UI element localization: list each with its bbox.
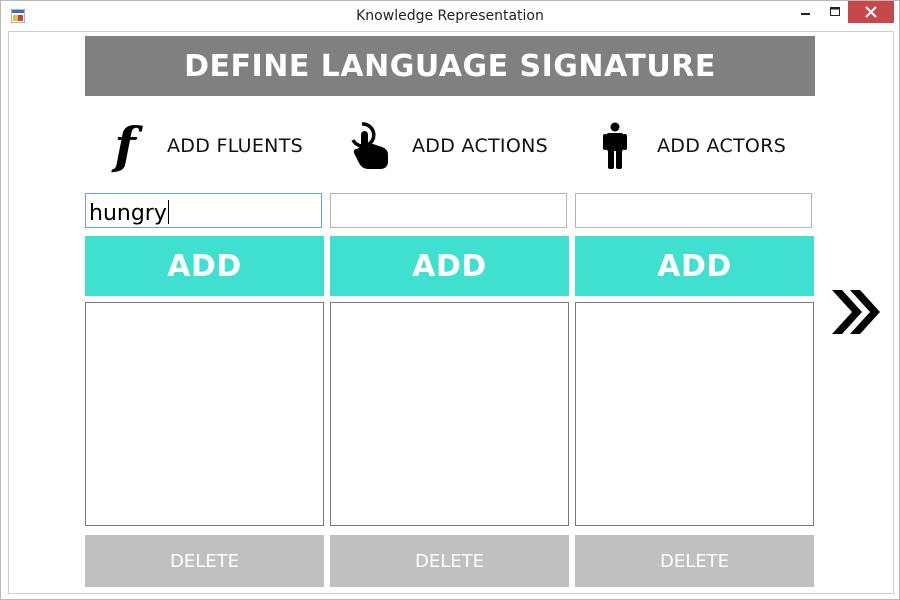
add-fluent-button[interactable]: ADD <box>85 236 324 296</box>
actions-list[interactable] <box>330 302 569 526</box>
close-icon <box>865 6 877 18</box>
touch-hand-icon <box>342 118 398 174</box>
add-actor-button[interactable]: ADD <box>575 236 814 296</box>
function-f-icon: f <box>114 116 136 175</box>
maximize-icon <box>830 7 840 16</box>
add-action-button[interactable]: ADD <box>330 236 569 296</box>
actors-label: ADD ACTORS <box>657 135 787 157</box>
title-bar[interactable]: Knowledge Representation <box>1 1 899 31</box>
window-title: Knowledge Representation <box>356 8 544 24</box>
fluents-label: ADD FLUENTS <box>167 135 303 157</box>
minimize-icon <box>801 13 810 15</box>
delete-actor-button[interactable]: DELETE <box>575 535 814 587</box>
app-window: Knowledge Representation DEFINE LANGUAGE… <box>0 0 900 600</box>
fluents-list[interactable] <box>85 302 324 526</box>
actor-input[interactable] <box>575 193 812 228</box>
main-panel: DEFINE LANGUAGE SIGNATURE f ADD FLUENTS … <box>8 31 894 594</box>
maximize-button[interactable] <box>821 1 849 23</box>
actions-header: ADD ACTIONS <box>342 118 548 174</box>
double-chevron-right-icon <box>832 290 880 334</box>
text-caret <box>167 200 169 224</box>
delete-action-button[interactable]: DELETE <box>330 535 569 587</box>
page-title: DEFINE LANGUAGE SIGNATURE <box>85 36 815 96</box>
close-button[interactable] <box>848 1 894 23</box>
action-input[interactable] <box>330 193 567 228</box>
delete-fluent-button[interactable]: DELETE <box>85 535 324 587</box>
next-button[interactable] <box>829 286 885 338</box>
fluents-header: f ADD FLUENTS <box>97 118 303 174</box>
fluent-input-value: hungry <box>89 201 167 226</box>
minimize-button[interactable] <box>791 1 821 23</box>
person-icon <box>587 118 643 174</box>
actors-header: ADD ACTORS <box>587 118 786 174</box>
fluent-input[interactable]: hungry <box>85 193 322 228</box>
actors-list[interactable] <box>575 302 814 526</box>
actions-label: ADD ACTIONS <box>412 135 548 157</box>
